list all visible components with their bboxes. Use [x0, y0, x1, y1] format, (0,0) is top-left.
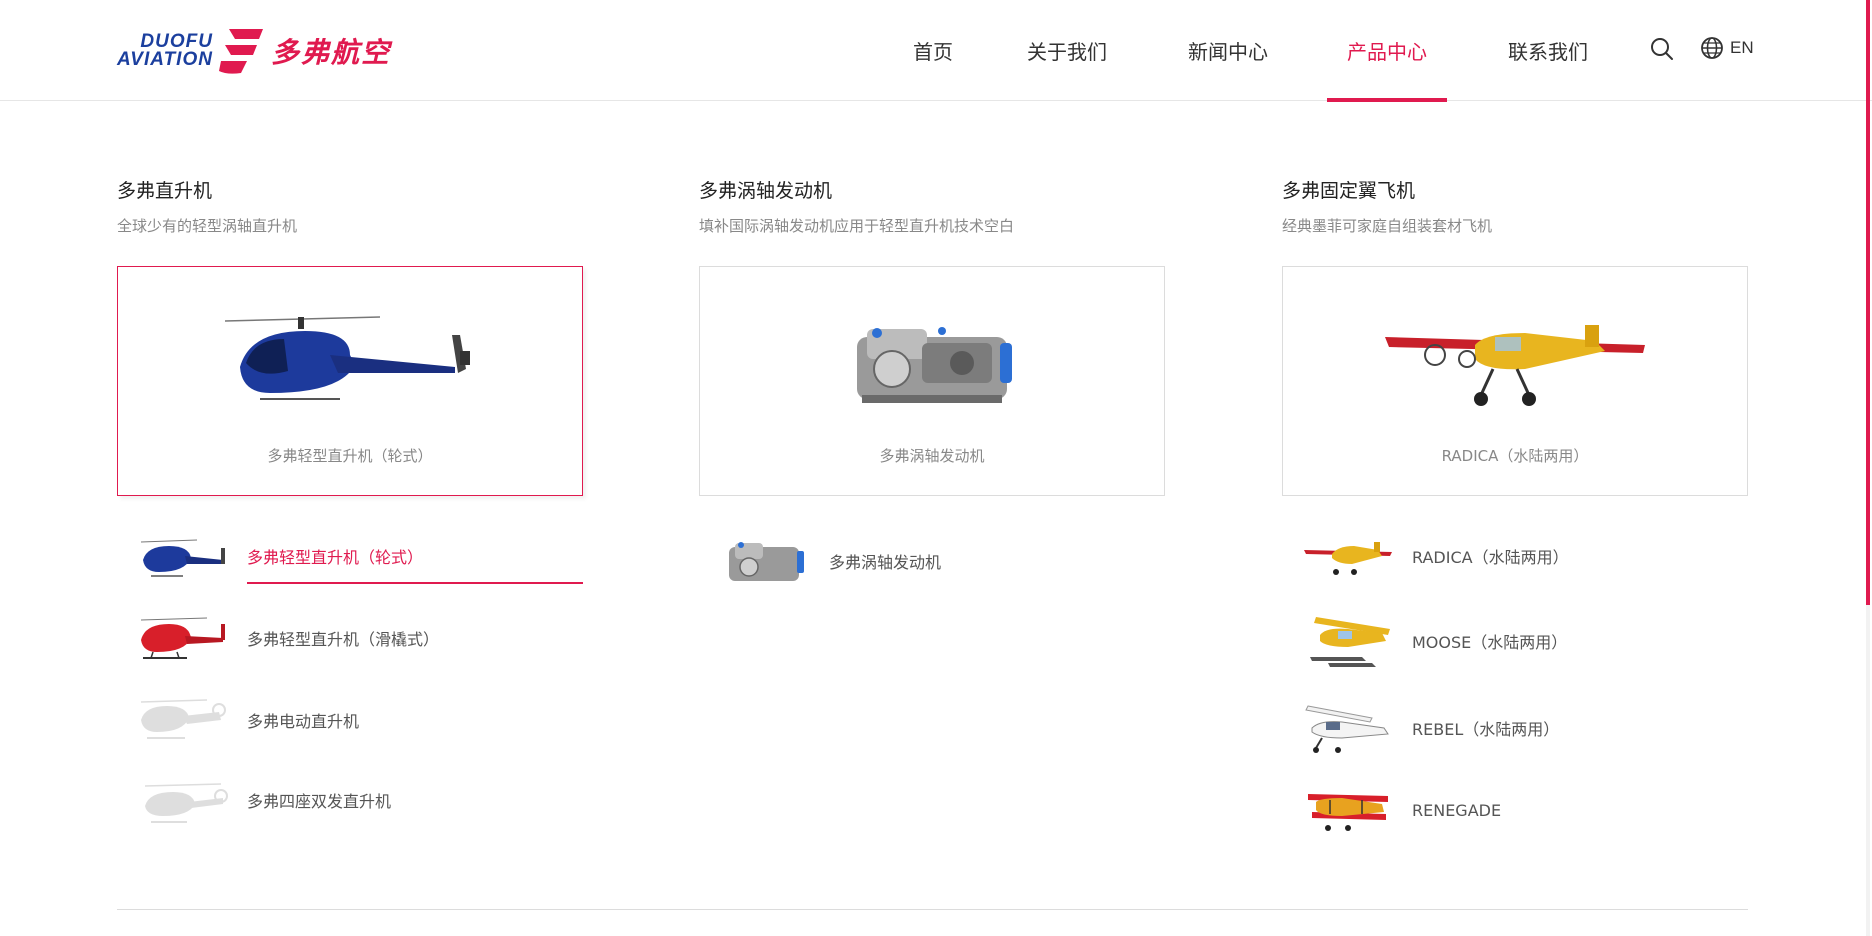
product-name: 多弗轻型直升机（滑橇式）: [247, 630, 440, 649]
helicopter-placeholder-thumb: [140, 699, 226, 739]
featured-product-caption: RADICA（水陆两用）: [1441, 447, 1589, 465]
product-name: REBEL（水陆两用）: [1412, 720, 1560, 739]
helicopter-blue-image: [224, 316, 470, 400]
logo-text-cn: 多弗航空: [270, 36, 391, 69]
product-list-item[interactable]: 多弗四座双发直升机: [137, 770, 583, 830]
nav-home[interactable]: 首页: [893, 0, 973, 101]
nav-products[interactable]: 产品中心: [1327, 0, 1447, 102]
site-header: DUOFU AVIATION 多弗航空 首页 关于我们 新闻中心 产品中心 联系…: [0, 0, 1872, 102]
helicopter-blue-thumb: [140, 539, 225, 577]
product-name: RADICA（水陆两用）: [1412, 548, 1569, 567]
nav-about[interactable]: 关于我们: [1014, 0, 1120, 101]
nav-contact[interactable]: 联系我们: [1495, 0, 1601, 101]
helicopter-placeholder-thumb: [144, 783, 228, 823]
nav-news[interactable]: 新闻中心: [1175, 0, 1281, 101]
product-name: MOOSE（水陆两用）: [1412, 633, 1568, 652]
seaplane-yellow-thumb: [1310, 617, 1390, 667]
column-subtitle: 经典墨菲可家庭自组装套材飞机: [1282, 217, 1493, 235]
product-list-item[interactable]: 多弗轻型直升机（滑橇式）: [137, 608, 583, 668]
language-switch[interactable]: EN: [1700, 36, 1754, 60]
globe-icon: [1701, 37, 1723, 59]
section-divider: [117, 909, 1748, 910]
product-column-engine: 多弗涡轴发动机 填补国际涡轴发动机应用于轻型直升机技术空白 多弗涡轴发动机 多弗: [699, 176, 1165, 581]
plane-yellow-image: [1385, 325, 1645, 406]
featured-product-card[interactable]: RADICA（水陆两用）: [1282, 266, 1748, 496]
product-list-item[interactable]: RENEGADE: [1302, 780, 1748, 840]
logo-mark-icon: [218, 29, 263, 74]
column-title: 多弗直升机: [117, 180, 213, 202]
brand-logo[interactable]: DUOFU AVIATION 多弗航空: [117, 22, 417, 80]
logo-text-en: DUOFU AVIATION: [117, 31, 213, 70]
column-subtitle: 填补国际涡轴发动机应用于轻型直升机技术空白: [699, 217, 1015, 235]
product-list-item[interactable]: RADICA（水陆两用）: [1302, 526, 1748, 586]
featured-product-caption: 多弗轻型直升机（轮式）: [267, 447, 433, 465]
product-name: RENEGADE: [1412, 800, 1502, 820]
product-list-item[interactable]: 多弗涡轴发动机: [719, 531, 1165, 591]
helicopter-red-thumb: [140, 617, 225, 659]
featured-product-card[interactable]: 多弗轻型直升机（轮式）: [117, 266, 583, 496]
product-name: 多弗电动直升机: [247, 712, 360, 731]
product-name: 多弗涡轴发动机: [829, 553, 942, 572]
product-name: 多弗轻型直升机（轮式）: [247, 526, 583, 586]
product-column-fixed-wing: 多弗固定翼飞机 经典墨菲可家庭自组装套材飞机 RADICA（水陆两用） RADI…: [1282, 176, 1748, 831]
product-column-helicopter: 多弗直升机 全球少有的轻型涡轴直升机 多弗轻型直升机（轮式） 多弗轻型直升机（轮…: [117, 176, 583, 823]
featured-product-card[interactable]: 多弗涡轴发动机: [699, 266, 1165, 496]
column-title: 多弗固定翼飞机: [1282, 180, 1416, 202]
plane-yellow-thumb: [1304, 542, 1392, 575]
column-title: 多弗涡轴发动机: [699, 180, 833, 202]
language-label: EN: [1730, 38, 1754, 57]
engine-thumb: [729, 542, 804, 581]
search-icon[interactable]: [1650, 37, 1674, 61]
featured-product-caption: 多弗涡轴发动机: [879, 447, 985, 465]
biplane-red-thumb: [1308, 794, 1388, 831]
plane-white-thumb: [1305, 705, 1389, 753]
product-list-item[interactable]: 多弗电动直升机: [137, 690, 583, 750]
column-subtitle: 全球少有的轻型涡轴直升机: [117, 217, 298, 235]
product-list-item[interactable]: MOOSE（水陆两用）: [1302, 611, 1748, 671]
product-name: 多弗四座双发直升机: [247, 792, 392, 811]
scrollbar-thumb[interactable]: [1866, 0, 1870, 605]
engine-image: [857, 327, 1012, 403]
product-list-item[interactable]: 多弗轻型直升机（轮式）: [137, 526, 583, 586]
product-list-item[interactable]: REBEL（水陆两用）: [1302, 698, 1748, 758]
